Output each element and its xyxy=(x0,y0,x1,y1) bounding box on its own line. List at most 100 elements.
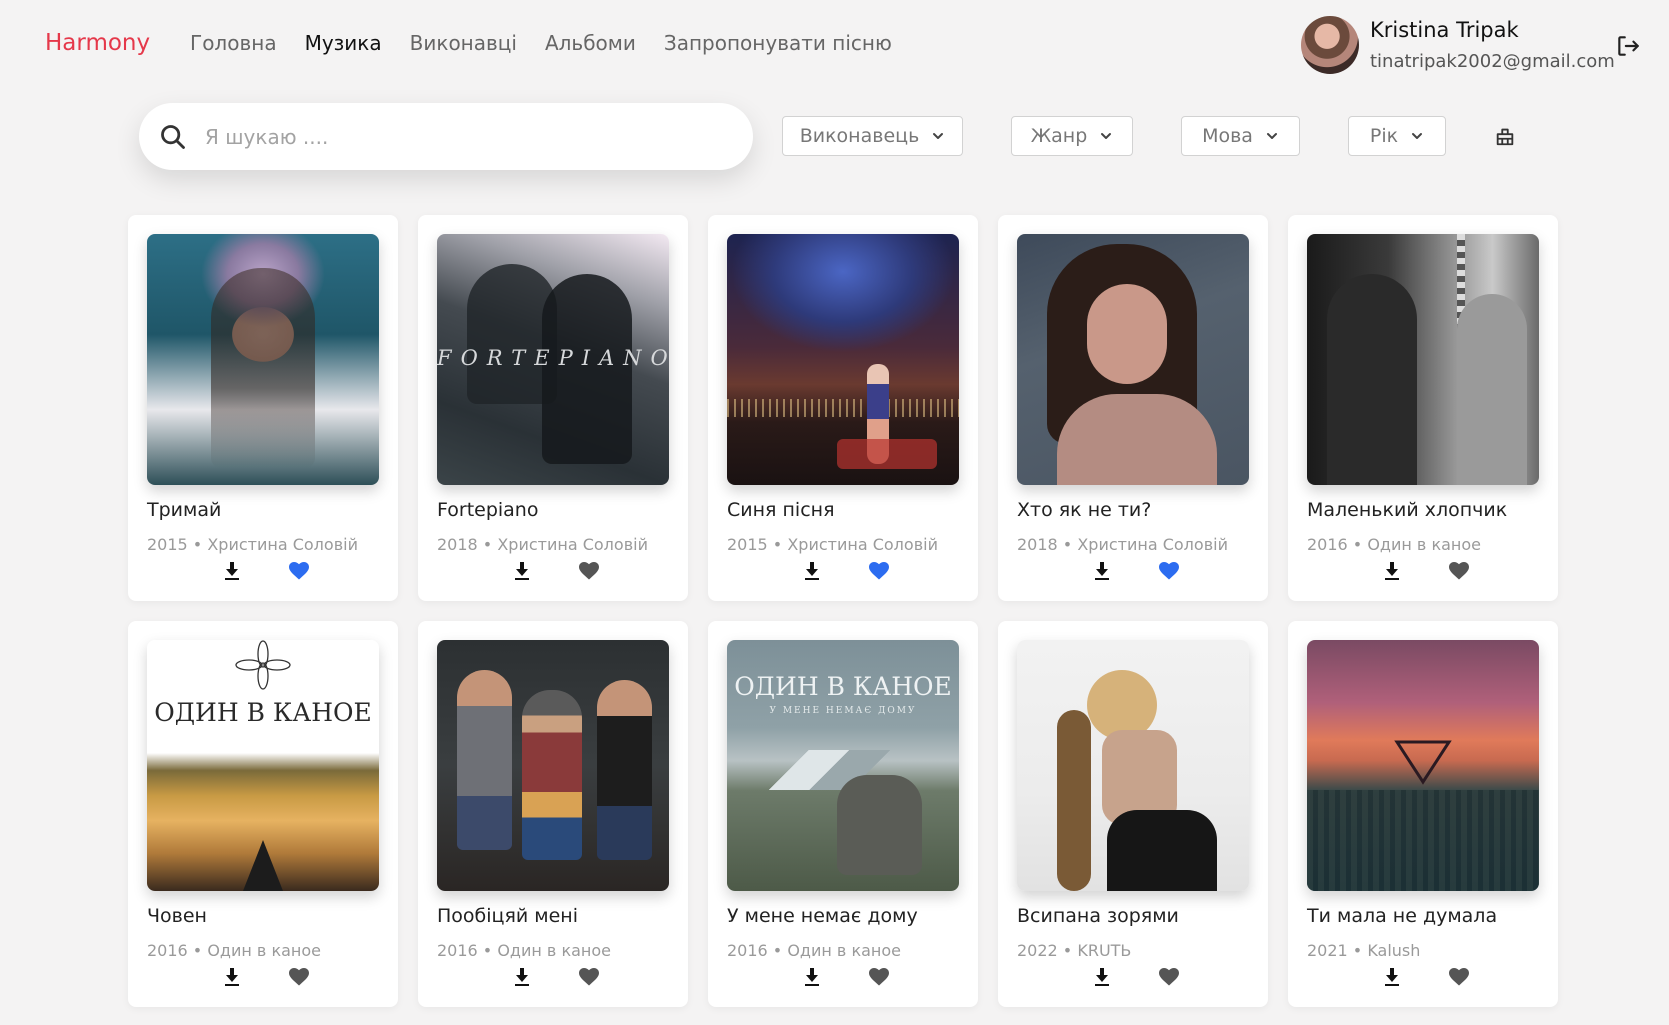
genre-filter[interactable]: Жанр xyxy=(1011,116,1133,156)
album-cover xyxy=(1307,234,1539,485)
heart-icon[interactable] xyxy=(289,968,309,986)
heart-icon[interactable] xyxy=(869,562,889,580)
heart-icon[interactable] xyxy=(579,562,599,580)
artist-filter[interactable]: Виконавець xyxy=(782,116,963,156)
cover-title: ОДИН В КАНОЕ xyxy=(154,698,372,727)
song-meta: 2016 • Один в каное xyxy=(147,941,322,960)
download-icon[interactable] xyxy=(1093,561,1111,581)
album-cover xyxy=(1017,234,1249,485)
download-icon[interactable] xyxy=(513,967,531,987)
album-cover xyxy=(1017,640,1249,891)
song-card[interactable]: ОДИН В КАНОЕ У МЕНЕ НЕМАЄ ДОМУ У мене не… xyxy=(708,621,978,1007)
main-nav: Головна Музика Виконавці Альбоми Запропо… xyxy=(190,31,892,55)
song-card[interactable]: ОДИН В КАНОЕ Човен 2016 • Один в каное xyxy=(128,621,398,1007)
logo-triangle-icon xyxy=(1394,740,1452,785)
song-meta: 2016 • Один в каное xyxy=(437,941,612,960)
chevron-down-icon xyxy=(933,133,944,139)
song-card[interactable]: Синя пісня 2015 • Христина Соловій xyxy=(708,215,978,601)
song-card[interactable]: FORTEPIANO Fortepiano 2018 • Христина Со… xyxy=(418,215,688,601)
year-filter-label: Рік xyxy=(1369,125,1399,147)
song-meta: 2018 • Христина Соловій xyxy=(437,535,648,554)
song-title: Маленький хлопчик xyxy=(1307,499,1508,521)
genre-filter-label: Жанр xyxy=(1030,125,1088,147)
song-actions xyxy=(418,561,688,581)
song-meta: 2016 • Один в каное xyxy=(1307,535,1482,554)
chevron-down-icon xyxy=(1266,133,1277,139)
song-meta: 2018 • Христина Соловій xyxy=(1017,535,1228,554)
download-icon[interactable] xyxy=(1093,967,1111,987)
album-cover: ОДИН В КАНОЕ xyxy=(147,640,379,891)
song-card[interactable]: Всипана зорями 2022 • KRUTЬ xyxy=(998,621,1268,1007)
heart-icon[interactable] xyxy=(579,968,599,986)
song-card[interactable]: Маленький хлопчик 2016 • Один в каное xyxy=(1288,215,1558,601)
song-meta: 2022 • KRUTЬ xyxy=(1017,941,1132,960)
artist-filter-label: Виконавець xyxy=(799,125,920,147)
song-meta: 2021 • Kalush xyxy=(1307,941,1421,960)
song-actions xyxy=(708,967,978,987)
song-title: Синя пісня xyxy=(727,499,835,521)
song-actions xyxy=(1288,967,1558,987)
heart-icon[interactable] xyxy=(289,562,309,580)
heart-icon[interactable] xyxy=(869,968,889,986)
download-icon[interactable] xyxy=(803,561,821,581)
user-name: Kristina Tripak xyxy=(1370,18,1519,42)
songs-grid: Тримай 2015 • Христина Соловій FORTEPIAN… xyxy=(128,215,1558,1007)
song-title: Пообіцяй мені xyxy=(437,905,579,927)
heart-icon[interactable] xyxy=(1159,968,1179,986)
song-actions xyxy=(128,967,398,987)
logout-icon[interactable] xyxy=(1615,33,1641,59)
nav-artists[interactable]: Виконавці xyxy=(410,31,517,55)
song-title: У мене немає дому xyxy=(727,905,918,927)
song-title: Човен xyxy=(147,905,207,927)
song-title: Тримай xyxy=(147,499,222,521)
chevron-down-icon xyxy=(1101,133,1112,139)
download-icon[interactable] xyxy=(803,967,821,987)
cover-title: ОДИН В КАНОЕ xyxy=(734,672,952,701)
year-filter[interactable]: Рік xyxy=(1348,116,1446,156)
heart-icon[interactable] xyxy=(1159,562,1179,580)
language-filter-label: Мова xyxy=(1202,125,1253,147)
download-icon[interactable] xyxy=(223,561,241,581)
heart-icon[interactable] xyxy=(1449,562,1469,580)
song-card[interactable]: Пообіцяй мені 2016 • Один в каное xyxy=(418,621,688,1007)
search-input[interactable] xyxy=(203,123,687,150)
song-title: Хто як не ти? xyxy=(1017,499,1152,521)
user-email: tinatripak2002@gmail.com xyxy=(1370,51,1615,72)
song-meta: 2015 • Христина Соловій xyxy=(727,535,938,554)
album-cover xyxy=(147,234,379,485)
clear-filters-icon[interactable] xyxy=(1494,125,1516,147)
nav-suggest-song[interactable]: Запропонувати пісню xyxy=(664,31,892,55)
song-actions xyxy=(418,967,688,987)
avatar[interactable] xyxy=(1301,16,1359,74)
album-cover: ОДИН В КАНОЕ У МЕНЕ НЕМАЄ ДОМУ xyxy=(727,640,959,891)
song-actions xyxy=(1288,561,1558,581)
song-card[interactable]: Хто як не ти? 2018 • Христина Соловій xyxy=(998,215,1268,601)
song-actions xyxy=(998,967,1268,987)
song-meta: 2016 • Один в каное xyxy=(727,941,902,960)
heart-icon[interactable] xyxy=(1449,968,1469,986)
chevron-down-icon xyxy=(1412,133,1423,139)
download-icon[interactable] xyxy=(1383,561,1401,581)
cover-subtitle: У МЕНЕ НЕМАЄ ДОМУ xyxy=(769,706,917,716)
song-title: Всипана зорями xyxy=(1017,905,1179,927)
nav-music[interactable]: Музика xyxy=(305,31,382,55)
cover-title: FORTEPIANO xyxy=(437,346,669,370)
download-icon[interactable] xyxy=(223,967,241,987)
song-meta: 2015 • Христина Соловій xyxy=(147,535,358,554)
song-actions xyxy=(998,561,1268,581)
song-card[interactable]: Тримай 2015 • Христина Соловій xyxy=(128,215,398,601)
logo[interactable]: Harmony xyxy=(45,30,150,56)
album-cover xyxy=(437,640,669,891)
song-title: Ти мала не думала xyxy=(1307,905,1498,927)
song-actions xyxy=(708,561,978,581)
language-filter[interactable]: Мова xyxy=(1181,116,1300,156)
song-title: Fortepiano xyxy=(437,499,539,521)
download-icon[interactable] xyxy=(513,561,531,581)
song-actions xyxy=(128,561,398,581)
nav-home[interactable]: Головна xyxy=(190,31,277,55)
song-card[interactable]: Ти мала не думала 2021 • Kalush xyxy=(1288,621,1558,1007)
album-cover: FORTEPIANO xyxy=(437,234,669,485)
download-icon[interactable] xyxy=(1383,967,1401,987)
nav-albums[interactable]: Альбоми xyxy=(545,31,636,55)
album-cover xyxy=(727,234,959,485)
